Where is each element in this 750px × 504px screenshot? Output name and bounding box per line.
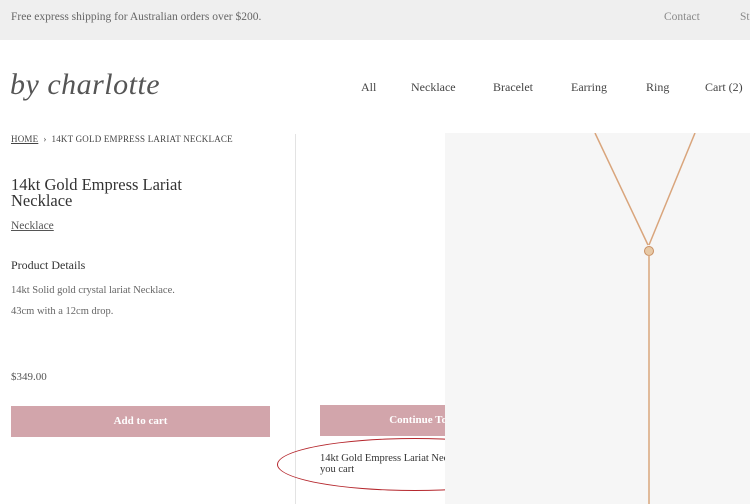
add-to-cart-button[interactable]: Add to cart <box>11 406 270 437</box>
announcement-bar: Free express shipping for Australian ord… <box>0 0 750 40</box>
nav-item-earring[interactable]: Earring <box>571 80 607 95</box>
product-image[interactable] <box>445 132 750 504</box>
product-description-line: 43cm with a 12cm drop. <box>11 306 114 317</box>
column-divider <box>295 134 296 504</box>
breadcrumb-home-link[interactable]: HOME <box>11 134 38 144</box>
breadcrumb-current: 14KT GOLD EMPRESS LARIAT NECKLACE <box>51 134 233 144</box>
necklace-illustration <box>594 132 696 504</box>
nav-item-all[interactable]: All <box>361 80 376 95</box>
nav-item-necklace[interactable]: Necklace <box>411 80 456 95</box>
product-price: $349.00 <box>11 371 47 383</box>
nav-item-bracelet[interactable]: Bracelet <box>493 80 533 95</box>
topbar-link-cut-off[interactable]: St <box>740 11 750 23</box>
product-title: 14kt Gold Empress Lariat Necklace <box>11 175 182 210</box>
breadcrumb-separator: › <box>43 134 47 144</box>
product-category-link[interactable]: Necklace <box>11 220 54 232</box>
site-logo[interactable]: by charlotte <box>10 68 160 102</box>
nav-item-ring[interactable]: Ring <box>646 80 669 95</box>
contact-link[interactable]: Contact <box>664 11 700 23</box>
nav-item-cart[interactable]: Cart (2) <box>705 80 743 95</box>
shipping-notice: Free express shipping for Australian ord… <box>11 11 262 23</box>
product-details-heading: Product Details <box>11 258 86 272</box>
product-description-line: 14kt Solid gold crystal lariat Necklace. <box>11 285 175 296</box>
breadcrumb: HOME › 14KT GOLD EMPRESS LARIAT NECKLACE <box>11 134 233 144</box>
